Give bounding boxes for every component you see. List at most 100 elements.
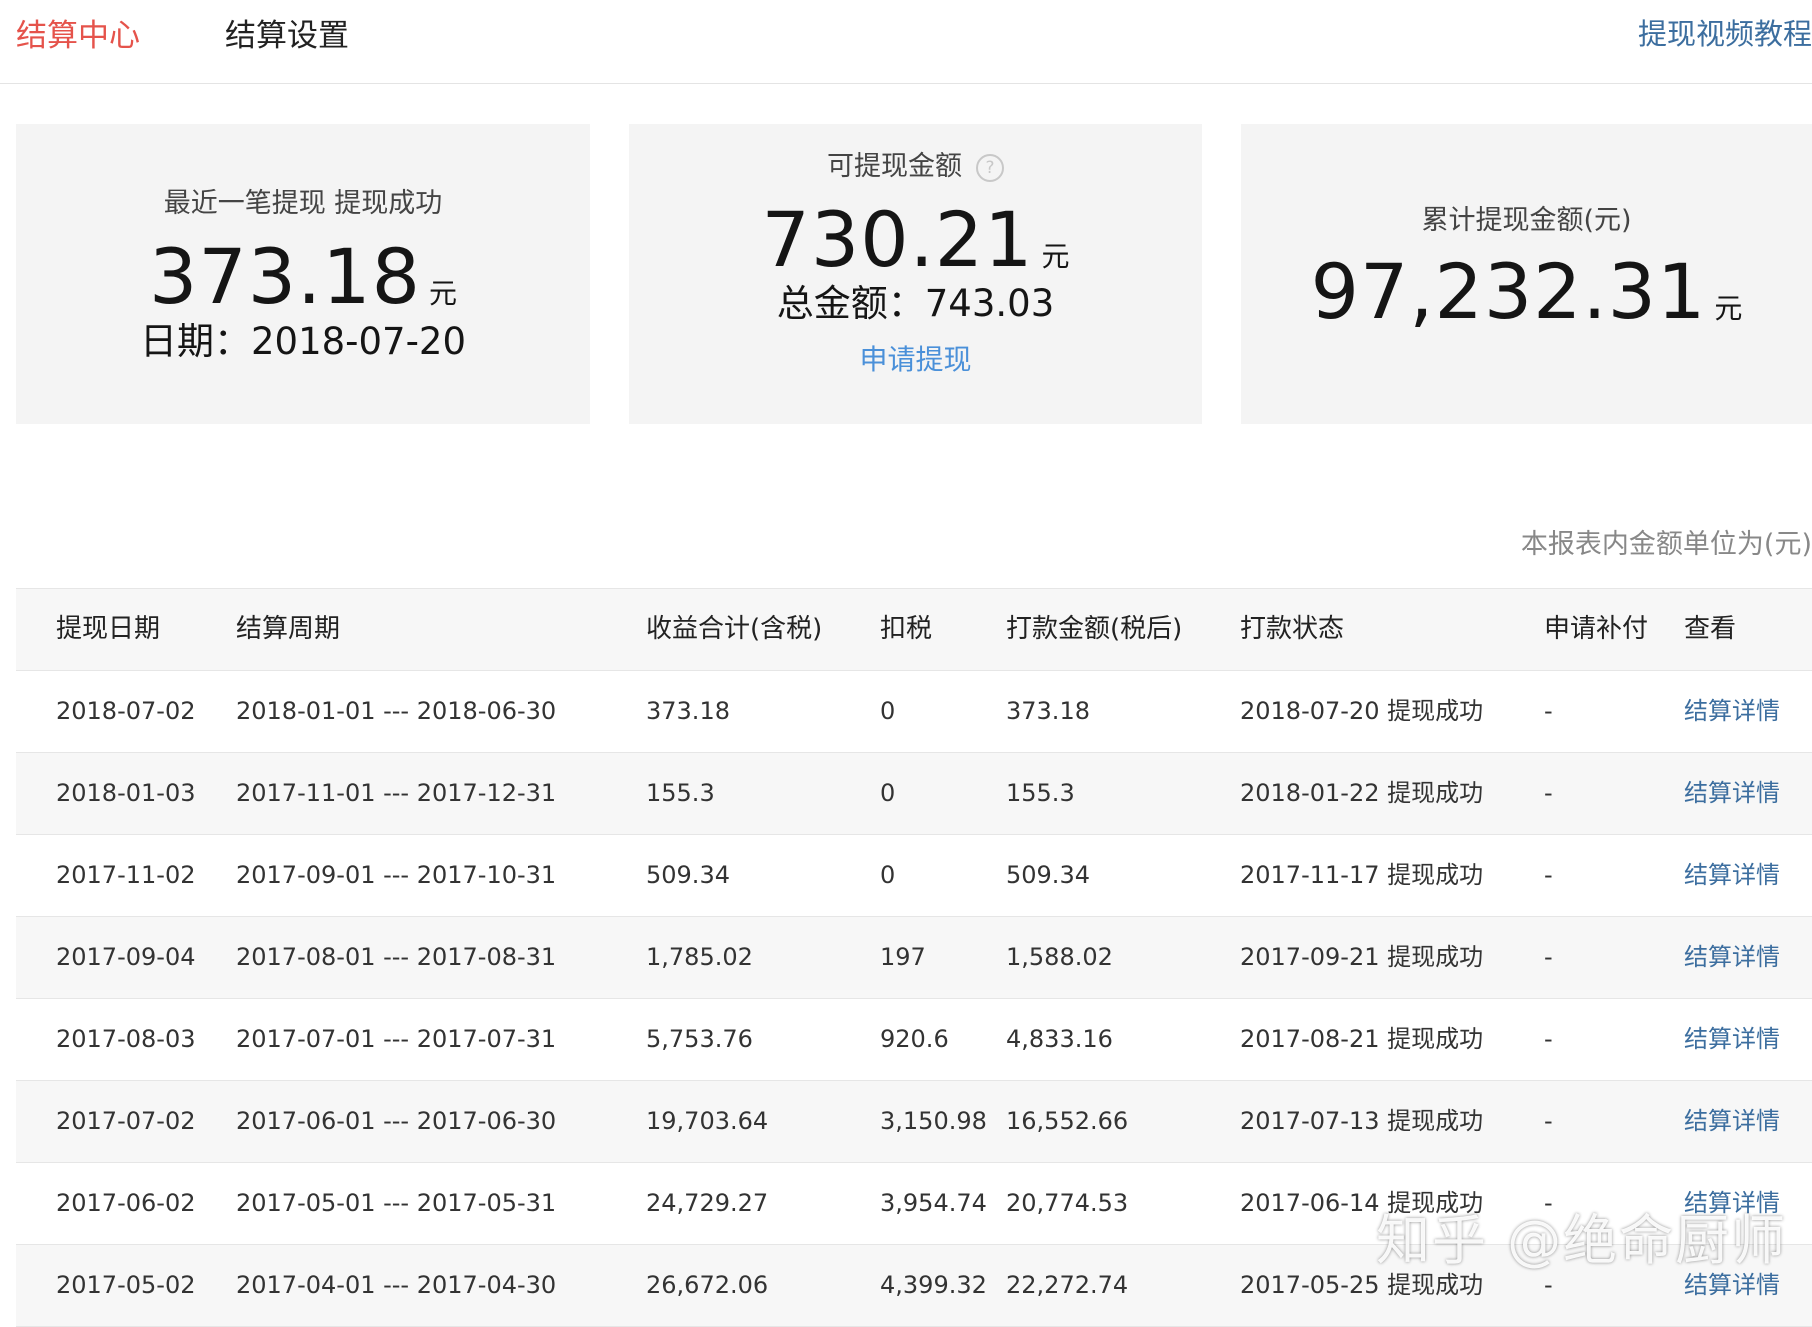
cell-payment-amount: 373.18 [1006,697,1090,725]
cumulative-withdrawal-amount-group: 97,232.31 元 [1241,254,1812,330]
settlement-detail-link[interactable]: 结算详情 [1684,671,1780,752]
table-row: 2017-09-04 2017-08-01 --- 2017-08-31 1,7… [16,917,1812,999]
recent-withdrawal-card: 最近一笔提现 提现成功 373.18 元 日期：2018-07-20 [16,124,590,424]
table-row: 2017-08-03 2017-07-01 --- 2017-07-31 5,7… [16,999,1812,1081]
apply-withdraw-link[interactable]: 申请提现 [629,342,1202,378]
cumulative-withdrawal-amount: 97,232.31 [1310,247,1707,336]
cell-tax: 3,954.74 [880,1189,987,1217]
cumulative-withdrawal-label: 累计提现金额(元) [1421,205,1632,236]
header-total-income: 收益合计(含税) [646,614,823,644]
recent-withdrawal-date: 日期：2018-07-20 [139,320,467,363]
table-row: 2017-11-02 2017-09-01 --- 2017-10-31 509… [16,835,1812,917]
recent-withdrawal-unit: 元 [428,277,457,310]
recent-withdrawal-label: 最近一笔提现 提现成功 [163,188,443,219]
cell-settlement-period: 2017-11-01 --- 2017-12-31 [236,779,557,807]
table-row: 2018-07-02 2018-01-01 --- 2018-06-30 373… [16,671,1812,753]
cell-supplement: - [1544,1025,1553,1053]
available-amount-card: 可提现金额? 730.21 元 总金额：743.03 申请提现 [629,124,1202,424]
cell-supplement: - [1544,1271,1553,1299]
cell-tax: 4,399.32 [880,1271,987,1299]
cell-payment-amount: 22,272.74 [1006,1271,1129,1299]
cell-withdraw-date: 2017-05-02 [56,1271,196,1299]
cell-withdraw-date: 2017-09-04 [56,943,196,971]
cell-supplement: - [1544,1189,1553,1217]
cell-payment-status: 2017-08-21 提现成功 [1240,1025,1484,1053]
header-tax: 扣税 [880,614,933,644]
cell-tax: 0 [880,697,896,725]
withdraw-video-tutorial-link[interactable]: 提现视频教程 [1638,12,1812,56]
cell-payment-amount: 16,552.66 [1006,1107,1129,1135]
cell-settlement-period: 2017-08-01 --- 2017-08-31 [236,943,557,971]
cell-payment-status: 2017-07-13 提现成功 [1240,1107,1484,1135]
header-settlement-period: 结算周期 [236,614,341,644]
table-row: 2018-01-03 2017-11-01 --- 2017-12-31 155… [16,753,1812,835]
cell-payment-amount: 509.34 [1006,861,1090,889]
recent-withdrawal-amount-group: 373.18 元 [16,239,590,315]
available-amount-label: 可提现金额 [827,151,962,182]
cell-supplement: - [1544,697,1553,725]
cell-settlement-period: 2017-04-01 --- 2017-04-30 [236,1271,557,1299]
header-supplement: 申请补付 [1544,614,1649,644]
cell-total-income: 5,753.76 [646,1025,753,1053]
cell-total-income: 26,672.06 [646,1271,769,1299]
report-unit-note: 本报表内金额单位为(元) [1520,529,1812,560]
cell-withdraw-date: 2017-11-02 [56,861,196,889]
settlement-detail-link[interactable]: 结算详情 [1684,917,1780,998]
cell-supplement: - [1544,1107,1553,1135]
cell-payment-status: 2018-01-22 提现成功 [1240,779,1484,807]
settlement-detail-link[interactable]: 结算详情 [1684,1245,1780,1326]
available-amount: 730.21 [761,195,1034,284]
cell-withdraw-date: 2017-06-02 [56,1189,196,1217]
cell-payment-amount: 155.3 [1006,779,1075,807]
settlement-detail-link[interactable]: 结算详情 [1684,1081,1780,1162]
table-row: 2017-05-02 2017-04-01 --- 2017-04-30 26,… [16,1245,1812,1327]
header-withdraw-date: 提现日期 [56,614,161,644]
cell-settlement-period: 2017-09-01 --- 2017-10-31 [236,861,557,889]
cell-total-income: 1,785.02 [646,943,753,971]
cell-tax: 920.6 [880,1025,949,1053]
cell-tax: 3,150.98 [880,1107,987,1135]
recent-withdrawal-amount: 373.18 [149,232,421,321]
tab-settlement-settings[interactable]: 结算设置 [225,14,349,58]
cell-total-income: 19,703.64 [646,1107,769,1135]
cell-supplement: - [1544,861,1553,889]
cell-total-income: 24,729.27 [646,1189,769,1217]
cell-payment-status: 2017-11-17 提现成功 [1240,861,1484,889]
cell-payment-amount: 1,588.02 [1006,943,1113,971]
cell-payment-amount: 20,774.53 [1006,1189,1129,1217]
available-amount-group: 730.21 元 [629,202,1202,278]
cell-supplement: - [1544,779,1553,807]
cell-payment-amount: 4,833.16 [1006,1025,1113,1053]
settlement-detail-link[interactable]: 结算详情 [1684,835,1780,916]
cell-total-income: 509.34 [646,861,730,889]
cell-payment-status: 2017-09-21 提现成功 [1240,943,1484,971]
cell-withdraw-date: 2018-07-02 [56,697,196,725]
available-amount-unit: 元 [1041,240,1070,273]
available-amount-label-row: 可提现金额? [629,149,1202,185]
cell-settlement-period: 2017-05-01 --- 2017-05-31 [236,1189,557,1217]
cell-withdraw-date: 2018-01-03 [56,779,196,807]
cell-supplement: - [1544,943,1553,971]
cumulative-withdrawal-unit: 元 [1714,292,1743,325]
cell-total-income: 155.3 [646,779,715,807]
question-circle-icon[interactable]: ? [976,153,1004,182]
tab-settlement-center[interactable]: 结算中心 [16,14,140,58]
cell-tax: 0 [880,861,896,889]
cell-withdraw-date: 2017-07-02 [56,1107,196,1135]
cell-payment-status: 2017-05-25 提现成功 [1240,1271,1484,1299]
table-header-row: 提现日期 结算周期 收益合计(含税) 扣税 打款金额(税后) 打款状态 申请补付… [16,589,1812,671]
cumulative-withdrawal-card: 累计提现金额(元) 97,232.31 元 [1241,124,1812,424]
header-payment-amount: 打款金额(税后) [1006,614,1183,644]
cell-total-income: 373.18 [646,697,730,725]
top-tab-bar: 结算中心 结算设置 提现视频教程 [0,0,1812,84]
settlement-detail-link[interactable]: 结算详情 [1684,753,1780,834]
header-view: 查看 [1684,614,1737,644]
settlement-detail-link[interactable]: 结算详情 [1684,1163,1780,1244]
settlement-detail-link[interactable]: 结算详情 [1684,999,1780,1080]
cell-tax: 0 [880,779,896,807]
settlement-table: 提现日期 结算周期 收益合计(含税) 扣税 打款金额(税后) 打款状态 申请补付… [16,588,1812,1327]
total-amount: 总金额：743.03 [776,282,1055,325]
cell-settlement-period: 2017-06-01 --- 2017-06-30 [236,1107,557,1135]
cell-withdraw-date: 2017-08-03 [56,1025,196,1053]
table-row: 2017-07-02 2017-06-01 --- 2017-06-30 19,… [16,1081,1812,1163]
